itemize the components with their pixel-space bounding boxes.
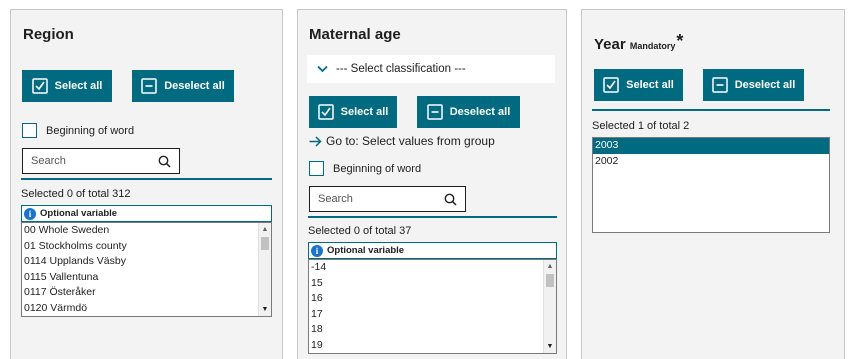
year-title-text: Year [594, 36, 626, 53]
goto-values-group-link[interactable]: Go to: Select values from group [309, 134, 495, 148]
year-divider [592, 109, 830, 111]
maternal-select-all-label: Select all [340, 106, 389, 118]
maternal-divider [308, 216, 557, 218]
region-select-all-button[interactable]: Select all [22, 70, 112, 102]
list-item[interactable]: -14 [309, 260, 542, 276]
scroll-down-icon[interactable]: ▼ [259, 303, 271, 316]
search-icon [444, 193, 457, 206]
region-panel: Region Select all Deselect all Beginning… [10, 9, 283, 359]
search-icon [158, 155, 171, 168]
maternal-beginning-of-word[interactable]: Beginning of word [309, 161, 421, 176]
region-selected-count: Selected 0 of total 312 [21, 188, 131, 200]
maternal-selected-count: Selected 0 of total 37 [308, 225, 412, 237]
maternal-beginning-of-word-checkbox[interactable] [309, 161, 324, 176]
region-divider [21, 178, 272, 180]
maternal-search-box[interactable] [309, 186, 466, 212]
maternal-search-input[interactable] [318, 193, 418, 205]
list-item[interactable]: 2003 [593, 138, 829, 154]
info-icon[interactable]: i [24, 207, 36, 220]
maternal-optional-variable-label: Optional variable [327, 245, 405, 256]
year-panel: Year Mandatory* Select all Deselect all … [581, 9, 845, 359]
region-optional-variable-label: Optional variable [40, 208, 118, 219]
minus-square-icon [711, 77, 728, 93]
region-list-scrollbar[interactable]: ▲ ▼ [258, 223, 271, 316]
list-item[interactable]: 15 [309, 276, 542, 292]
mandatory-label: Mandatory [629, 41, 676, 51]
list-item[interactable]: 19 [309, 338, 542, 354]
maternal-age-title: Maternal age [309, 26, 401, 43]
info-icon[interactable]: i [311, 244, 323, 257]
maternal-select-all-button[interactable]: Select all [309, 96, 397, 128]
scroll-up-icon[interactable]: ▲ [259, 223, 271, 236]
region-beginning-of-word-label: Beginning of word [46, 124, 135, 137]
list-item[interactable]: 0120 Värmdö [22, 301, 257, 317]
year-values-list[interactable]: 2003 2002 [592, 137, 830, 233]
year-select-all-button[interactable]: Select all [594, 69, 683, 101]
scroll-thumb[interactable] [546, 274, 554, 287]
year-deselect-all-label: Deselect all [734, 79, 796, 91]
maternal-list-scrollbar[interactable]: ▲ ▼ [543, 260, 556, 353]
maternal-deselect-all-button[interactable]: Deselect all [417, 96, 520, 128]
list-item[interactable]: 16 [309, 291, 542, 307]
maternal-beginning-of-word-label: Beginning of word [333, 162, 422, 175]
list-item[interactable]: 0114 Upplands Väsby [22, 254, 257, 270]
year-selected-count: Selected 1 of total 2 [592, 120, 690, 132]
scroll-up-icon[interactable]: ▲ [544, 260, 556, 273]
maternal-deselect-all-label: Deselect all [449, 106, 511, 118]
list-item[interactable]: 0115 Vallentuna [22, 270, 257, 286]
list-item[interactable]: 17 [309, 307, 542, 323]
region-search-box[interactable] [22, 148, 180, 174]
classification-select[interactable]: --- Select classification --- [307, 55, 555, 83]
check-square-icon [603, 77, 619, 93]
scroll-down-icon[interactable]: ▼ [544, 340, 556, 353]
mandatory-star: * [676, 31, 684, 51]
region-beginning-of-word-checkbox[interactable] [22, 123, 37, 138]
check-square-icon [317, 104, 334, 120]
region-deselect-all-label: Deselect all [164, 80, 225, 92]
scroll-thumb[interactable] [261, 237, 269, 250]
minus-square-icon [141, 78, 157, 94]
maternal-values-list[interactable]: -14 15 16 17 18 19 ▲ ▼ [308, 259, 557, 354]
chevron-down-icon [317, 65, 328, 73]
classification-select-value: --- Select classification --- [336, 63, 466, 75]
region-optional-variable-header: i Optional variable [21, 205, 272, 222]
region-select-all-label: Select all [54, 80, 103, 92]
region-beginning-of-word[interactable]: Beginning of word [22, 123, 134, 138]
region-values-list[interactable]: 00 Whole Sweden 01 Stockholms county 011… [21, 222, 272, 317]
list-item[interactable]: 18 [309, 322, 542, 338]
list-item[interactable]: 0117 Österåker [22, 285, 257, 301]
list-item[interactable]: 2002 [593, 154, 829, 170]
list-item[interactable]: 01 Stockholms county [22, 239, 257, 255]
minus-square-icon [426, 104, 443, 120]
region-search-input[interactable] [31, 155, 131, 167]
year-title: Year Mandatory* [594, 31, 683, 53]
goto-values-group-label: Go to: Select values from group [326, 134, 495, 148]
arrow-right-icon [309, 135, 322, 147]
list-item[interactable]: 00 Whole Sweden [22, 223, 257, 239]
year-select-all-label: Select all [626, 79, 674, 91]
maternal-age-panel: Maternal age --- Select classification -… [297, 9, 567, 359]
region-deselect-all-button[interactable]: Deselect all [132, 70, 234, 102]
region-title: Region [23, 26, 74, 43]
maternal-optional-variable-header: i Optional variable [308, 242, 557, 259]
year-deselect-all-button[interactable]: Deselect all [703, 69, 804, 101]
check-square-icon [31, 78, 48, 94]
